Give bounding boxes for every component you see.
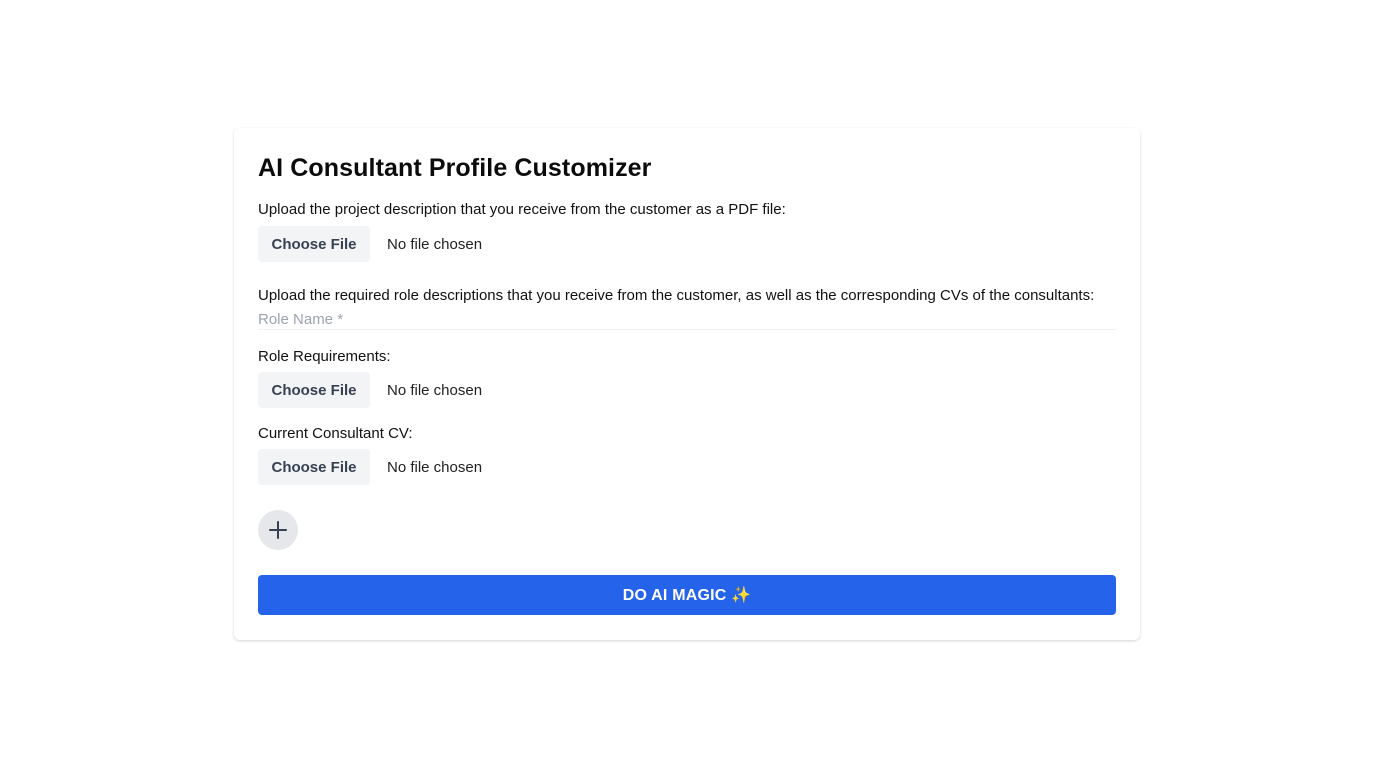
role-requirements-label: Role Requirements: [258, 348, 391, 365]
roles-upload-label: Upload the required role descriptions th… [258, 287, 1095, 304]
form-card: AI Consultant Profile Customizer Upload … [234, 128, 1140, 640]
role-requirements-choose-file-button[interactable]: Choose File [258, 372, 370, 408]
project-choose-file-button[interactable]: Choose File [258, 226, 370, 262]
page-title: AI Consultant Profile Customizer [258, 154, 652, 182]
add-role-button[interactable] [258, 510, 298, 550]
project-file-input[interactable]: Choose File No file chosen [258, 226, 482, 262]
role-requirements-file-status: No file chosen [387, 381, 483, 399]
project-upload-label: Upload the project description that you … [258, 201, 786, 218]
consultant-cv-file-input[interactable]: Choose File No file chosen [258, 449, 482, 485]
consultant-cv-label: Current Consultant CV: [258, 425, 413, 442]
consultant-cv-choose-file-button[interactable]: Choose File [258, 449, 370, 485]
plus-icon [269, 521, 287, 539]
role-requirements-file-input[interactable]: Choose File No file chosen [258, 372, 482, 408]
role-name-input[interactable] [258, 310, 1116, 330]
do-ai-magic-button[interactable]: DO AI MAGIC ✨ [258, 575, 1116, 615]
consultant-cv-file-status: No file chosen [387, 458, 483, 476]
project-file-status: No file chosen [387, 235, 483, 253]
